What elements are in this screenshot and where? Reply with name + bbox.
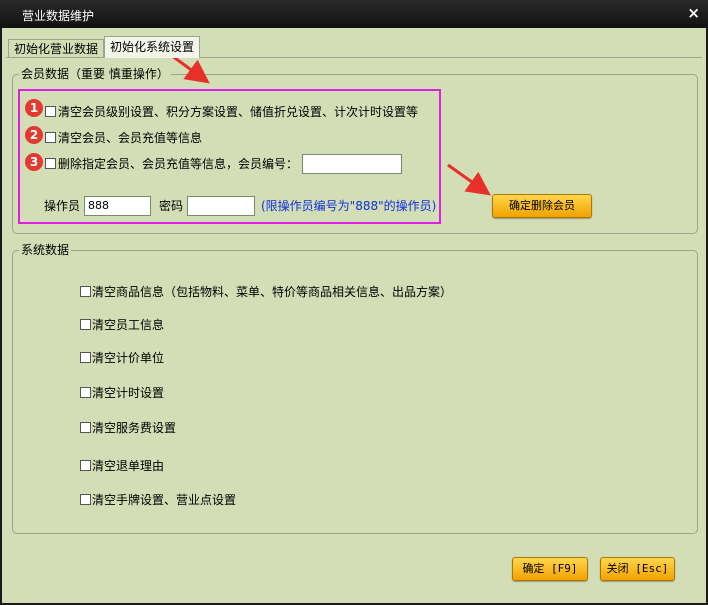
operator-hint: (限操作员编号为"888"的操作员) bbox=[261, 199, 437, 213]
clear-refund-reasons-checkbox[interactable] bbox=[80, 460, 91, 471]
clear-wristband-label: 清空手牌设置、营业点设置 bbox=[92, 493, 237, 507]
clear-employees-label: 清空员工信息 bbox=[92, 318, 165, 332]
clear-timing-checkbox[interactable] bbox=[80, 387, 91, 398]
close-icon[interactable]: × bbox=[687, 4, 700, 22]
operator-input[interactable]: 888 bbox=[84, 196, 151, 216]
password-label: 密码 bbox=[159, 199, 184, 213]
member-data-legend: 会员数据（重要 慎重操作） bbox=[19, 67, 171, 81]
delete-member-checkbox[interactable] bbox=[45, 158, 56, 169]
delete-member-label: 删除指定会员、会员充值等信息，会员编号： bbox=[58, 157, 299, 171]
clear-refund-reasons-label: 清空退单理由 bbox=[92, 459, 165, 473]
clear-members-label: 清空会员、会员充值等信息 bbox=[58, 131, 203, 145]
badge-1: 1 bbox=[25, 99, 43, 117]
clear-timing-label: 清空计时设置 bbox=[92, 386, 165, 400]
clear-wristband-checkbox[interactable] bbox=[80, 494, 91, 505]
clear-members-checkbox[interactable] bbox=[45, 132, 56, 143]
clear-products-checkbox[interactable] bbox=[80, 286, 91, 297]
clear-service-fee-checkbox[interactable] bbox=[80, 422, 91, 433]
title-bar: 营业数据维护 × bbox=[0, 0, 708, 28]
password-input[interactable] bbox=[187, 196, 255, 216]
window-title: 营业数据维护 bbox=[22, 9, 95, 23]
tab-init-system-settings[interactable]: 初始化系统设置 bbox=[104, 36, 201, 58]
badge-3: 3 bbox=[25, 153, 43, 171]
ok-button[interactable]: 确定 [F9] bbox=[512, 557, 588, 581]
clear-member-settings-checkbox[interactable] bbox=[45, 106, 56, 117]
tab-init-business-data[interactable]: 初始化营业数据 bbox=[8, 39, 105, 58]
operator-label: 操作员 bbox=[44, 199, 81, 213]
clear-units-label: 清空计价单位 bbox=[92, 351, 165, 365]
member-number-input[interactable] bbox=[302, 154, 402, 174]
close-button[interactable]: 关闭 [Esc] bbox=[600, 557, 675, 581]
dialog-body: 初始化营业数据 初始化系统设置 会员数据（重要 慎重操作） 1 清空会员级别设置… bbox=[2, 28, 706, 603]
confirm-delete-member-button[interactable]: 确定删除会员 bbox=[492, 194, 592, 218]
clear-member-settings-label: 清空会员级别设置、积分方案设置、储值折兑设置、计次计时设置等 bbox=[58, 105, 419, 119]
clear-service-fee-label: 清空服务费设置 bbox=[92, 421, 177, 435]
clear-employees-checkbox[interactable] bbox=[80, 319, 91, 330]
clear-units-checkbox[interactable] bbox=[80, 352, 91, 363]
system-data-legend: 系统数据 bbox=[19, 243, 72, 257]
clear-products-label: 清空商品信息（包括物料、菜单、特价等商品相关信息、出品方案） bbox=[92, 285, 453, 299]
badge-2: 2 bbox=[25, 126, 43, 144]
